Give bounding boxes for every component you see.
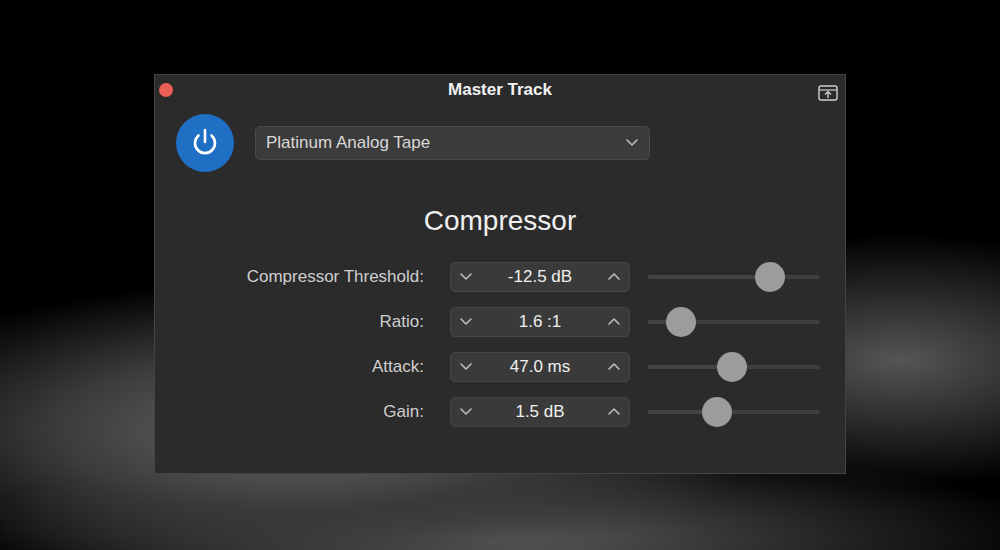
- chevron-up-icon: [607, 270, 621, 284]
- decrement-button[interactable]: [459, 315, 473, 329]
- power-icon: [188, 126, 222, 160]
- power-button[interactable]: [176, 114, 234, 172]
- parameter-grid: Compressor Threshold: -12.5 dB Ratio: 1.6 :…: [155, 262, 845, 427]
- value-stepper[interactable]: 47.0 ms: [450, 352, 630, 382]
- popout-button[interactable]: [817, 80, 839, 100]
- value-stepper[interactable]: -12.5 dB: [450, 262, 630, 292]
- preset-value: Platinum Analog Tape: [266, 130, 430, 156]
- decrement-button[interactable]: [459, 405, 473, 419]
- parameter-value[interactable]: -12.5 dB: [508, 264, 572, 290]
- toolbar: Platinum Analog Tape: [155, 105, 845, 172]
- title-bar: Master Track: [155, 75, 845, 105]
- decrement-button[interactable]: [459, 360, 473, 374]
- parameter-value[interactable]: 1.6 :1: [519, 309, 562, 335]
- slider-track[interactable]: [648, 275, 820, 279]
- slider-knob[interactable]: [755, 262, 785, 292]
- increment-button[interactable]: [607, 315, 621, 329]
- increment-button[interactable]: [607, 360, 621, 374]
- parameter-label: Ratio:: [155, 309, 432, 335]
- plugin-window: Master Track Platinum Analog Tape Compress…: [155, 75, 845, 473]
- chevron-up-icon: [607, 405, 621, 419]
- value-stepper[interactable]: 1.5 dB: [450, 397, 630, 427]
- parameter-label: Gain:: [155, 399, 432, 425]
- close-button[interactable]: [159, 83, 173, 97]
- parameter-label: Attack:: [155, 354, 432, 380]
- chevron-up-icon: [607, 315, 621, 329]
- chevron-down-icon: [459, 270, 473, 284]
- chevron-up-icon: [607, 360, 621, 374]
- chevron-down-icon: [459, 360, 473, 374]
- increment-button[interactable]: [607, 405, 621, 419]
- decrement-button[interactable]: [459, 270, 473, 284]
- increment-button[interactable]: [607, 270, 621, 284]
- slider-knob[interactable]: [666, 307, 696, 337]
- preset-dropdown[interactable]: Platinum Analog Tape: [255, 126, 650, 160]
- section-title: Compressor: [155, 204, 845, 238]
- parameter-value[interactable]: 1.5 dB: [515, 399, 564, 425]
- slider-track[interactable]: [648, 410, 820, 414]
- window-title: Master Track: [155, 75, 845, 105]
- slider-fill: [648, 275, 770, 279]
- parameter-label: Compressor Threshold:: [155, 264, 432, 290]
- slider-knob[interactable]: [717, 352, 747, 382]
- chevron-down-icon: [459, 315, 473, 329]
- slider-track[interactable]: [648, 320, 820, 324]
- chevron-down-icon: [459, 405, 473, 419]
- parameter-value[interactable]: 47.0 ms: [510, 354, 570, 380]
- slider-track[interactable]: [648, 365, 820, 369]
- slider-knob[interactable]: [702, 397, 732, 427]
- value-stepper[interactable]: 1.6 :1: [450, 307, 630, 337]
- popout-icon: [817, 83, 839, 103]
- chevron-down-icon: [625, 136, 639, 150]
